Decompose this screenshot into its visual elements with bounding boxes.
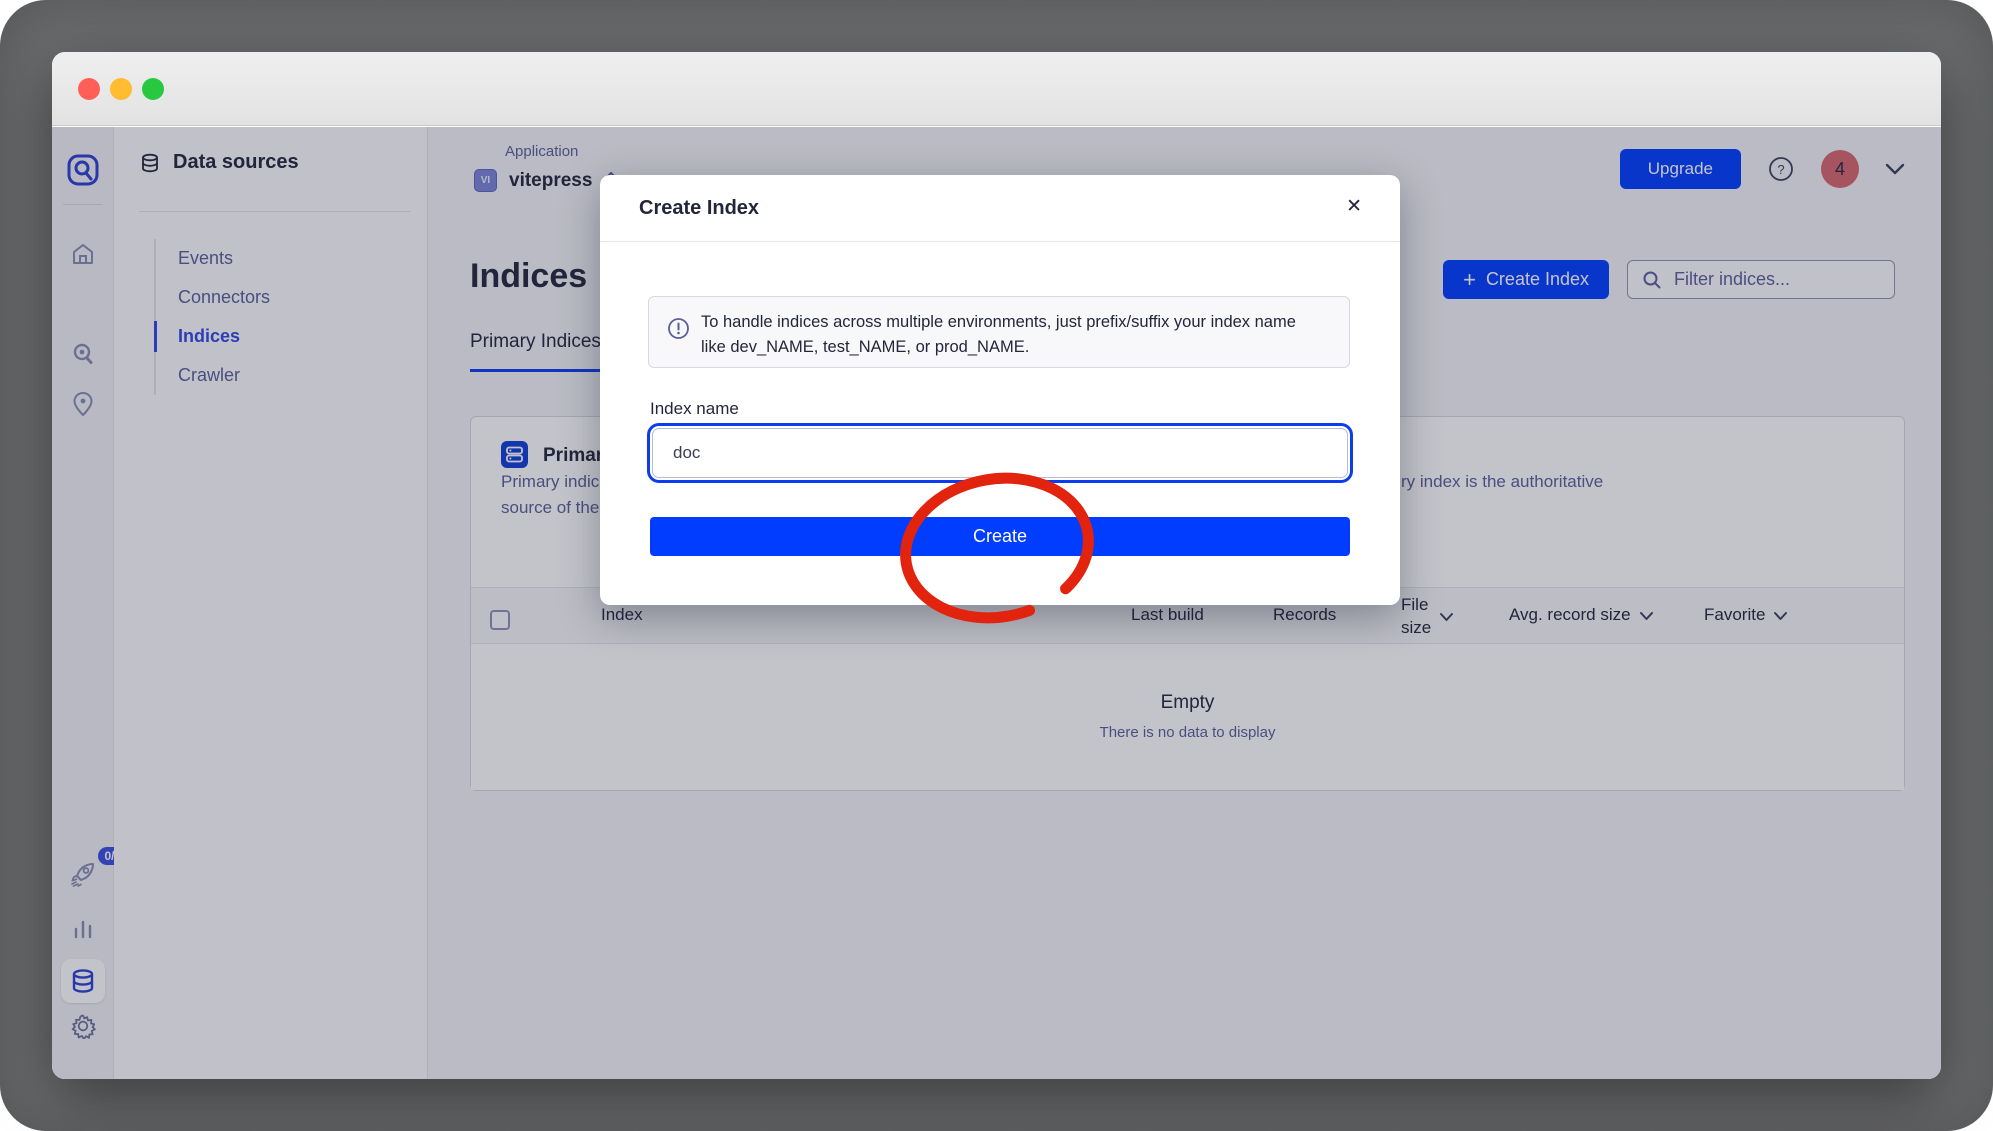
info-line-1: To handle indices across multiple enviro… — [701, 313, 1296, 331]
create-index-modal: Create Index ✕ To handle indices across … — [600, 175, 1400, 605]
index-name-input[interactable] — [652, 428, 1348, 478]
info-banner-text: To handle indices across multiple enviro… — [701, 310, 1296, 360]
index-name-label: Index name — [650, 399, 739, 419]
create-button[interactable]: Create — [650, 517, 1350, 556]
screenshot-stage: 0/5 — [0, 0, 1993, 1131]
window-titlebar — [52, 52, 1941, 126]
zoom-window-button[interactable] — [142, 78, 164, 100]
browser-window: 0/5 — [52, 52, 1941, 1079]
minimize-window-button[interactable] — [110, 78, 132, 100]
info-banner: To handle indices across multiple enviro… — [648, 296, 1350, 368]
info-icon — [667, 317, 690, 340]
modal-title: Create Index — [639, 197, 759, 220]
close-window-button[interactable] — [78, 78, 100, 100]
close-icon[interactable]: ✕ — [1346, 195, 1362, 218]
info-line-2: like dev_NAME, test_NAME, or prod_NAME. — [701, 338, 1029, 356]
modal-divider — [600, 241, 1400, 242]
